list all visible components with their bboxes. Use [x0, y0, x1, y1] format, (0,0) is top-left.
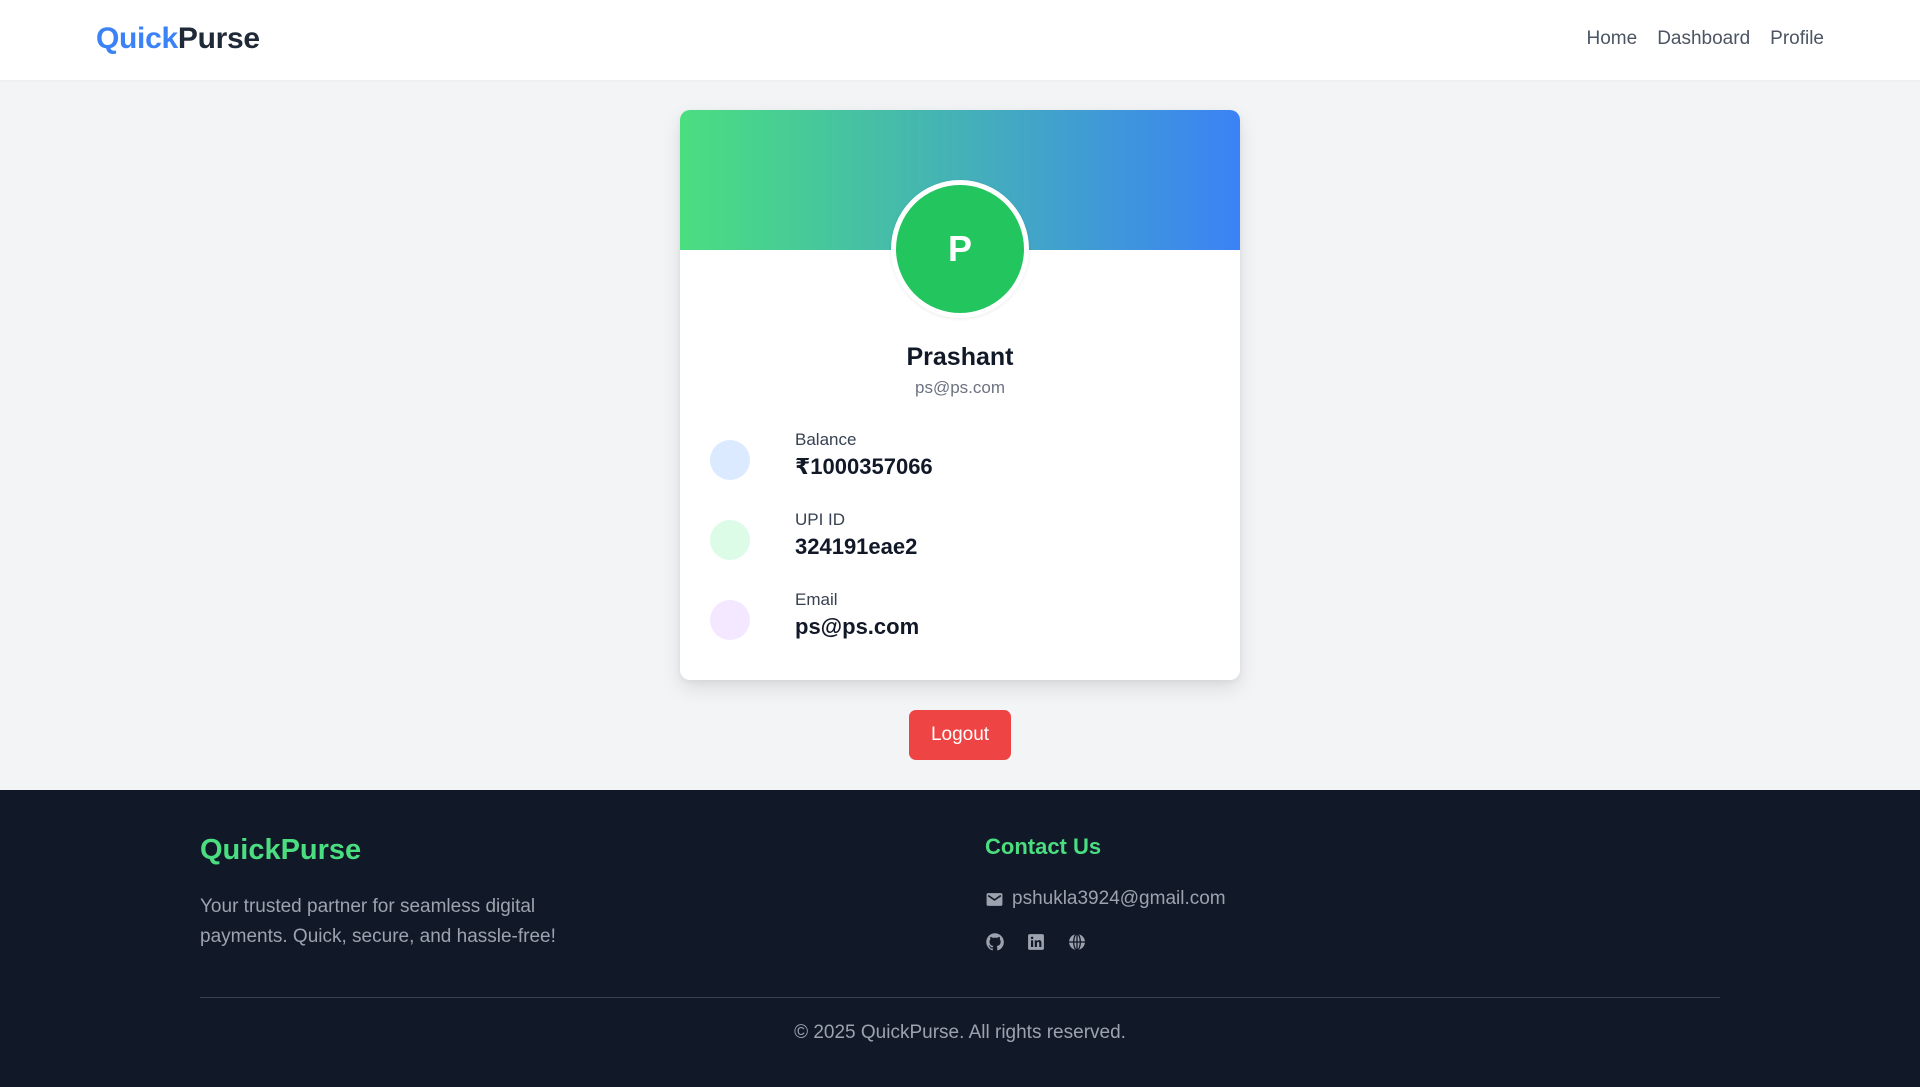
nav-link-profile[interactable]: Profile [1770, 28, 1824, 50]
nav-link-dashboard[interactable]: Dashboard [1657, 28, 1750, 50]
upi-id-row: UPI ID 324191eae2 [710, 510, 1210, 570]
avatar: P [891, 180, 1029, 318]
balance-dot-icon [710, 440, 750, 480]
email-dot-icon [710, 600, 750, 640]
email-row: Email ps@ps.com [710, 590, 1210, 650]
linkedin-icon[interactable] [1026, 932, 1046, 952]
globe-icon[interactable] [1067, 932, 1087, 952]
email-value: ps@ps.com [795, 614, 920, 639]
contact-title: Contact Us [985, 834, 1102, 859]
footer-brand: QuickPurse [200, 834, 362, 866]
upi-id-value: 324191eae2 [795, 534, 918, 559]
balance-value: ₹1000357066 [795, 454, 933, 479]
contact-email-link[interactable]: pshukla3924@gmail.com [985, 888, 1226, 910]
logout-button[interactable]: Logout [909, 710, 1011, 760]
profile-email: ps@ps.com [914, 378, 1005, 397]
nav-link-home[interactable]: Home [1587, 28, 1638, 50]
footer-tagline: Your trusted partner for seamless digita… [200, 896, 556, 947]
profile-card: P Prashant ps@ps.com Balance ₹1000357066… [680, 110, 1240, 680]
github-icon[interactable] [985, 932, 1005, 952]
social-links [985, 932, 1087, 952]
top-navbar: QuickPurse Home Dashboard Profile [0, 0, 1920, 80]
copyright-text: © 2025 QuickPurse. All rights reserved. [794, 1022, 1126, 1043]
mail-icon [986, 892, 1003, 906]
balance-label: Balance [795, 430, 857, 449]
profile-name: Prashant [906, 343, 1014, 371]
upi-id-dot-icon [710, 520, 750, 560]
email-label: Email [795, 590, 838, 609]
footer: QuickPurse Your trusted partner for seam… [0, 790, 1920, 1087]
balance-row: Balance ₹1000357066 [710, 430, 1210, 490]
footer-divider [200, 997, 1720, 998]
brand-logo-purse: Purse [177, 22, 260, 55]
brand-logo[interactable]: QuickPurse [96, 22, 260, 56]
brand-logo-quick: Quick [96, 22, 178, 55]
upi-id-label: UPI ID [795, 510, 846, 529]
contact-email-text: pshukla3924@gmail.com [1012, 888, 1226, 909]
nav-links: Home Dashboard Profile [1587, 28, 1825, 50]
